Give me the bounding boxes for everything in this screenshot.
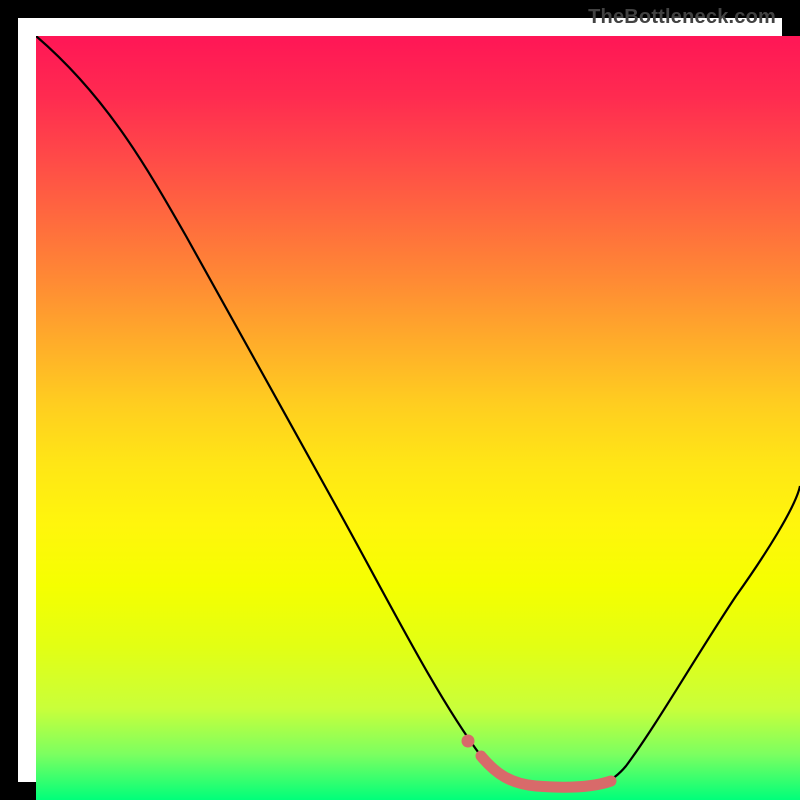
chart-frame	[0, 0, 800, 800]
highlight-segment	[481, 756, 611, 787]
watermark-text: TheBottleneck.com	[588, 6, 776, 29]
highlight-dot	[462, 735, 475, 748]
plot-area	[36, 36, 800, 800]
curve-layer	[36, 36, 800, 800]
bottleneck-curve	[36, 36, 800, 788]
